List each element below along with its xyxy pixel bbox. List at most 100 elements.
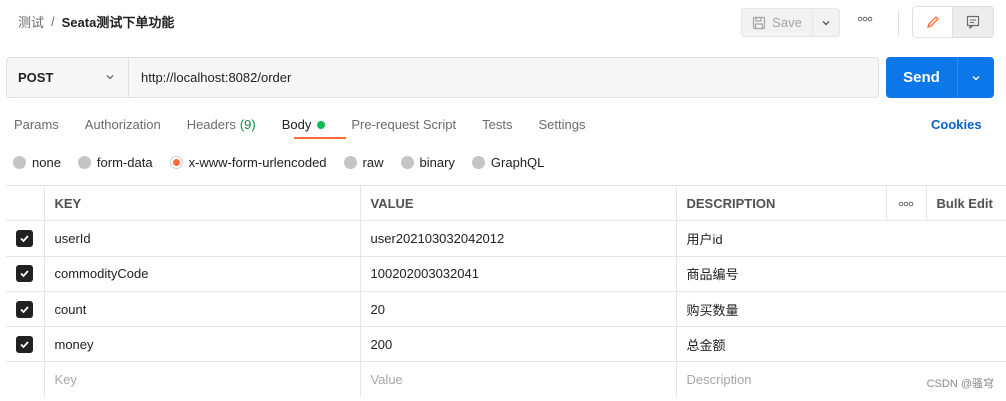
edit-mode-button[interactable] [913,7,954,37]
description-cell[interactable]: 用户id [675,220,1006,257]
request-tabs: Params Authorization Headers (9) Body Pre… [14,117,611,132]
save-dropdown-button[interactable] [813,8,840,37]
radio-form-data[interactable]: form-data [77,155,153,170]
request-header: 测试 / Seata测试下单功能 Save [0,0,1006,44]
active-tab-indicator [294,137,346,139]
tab-label: Authorization [84,117,161,132]
radio-circle [400,156,414,169]
radio-circle-selected [169,156,183,169]
checkbox-checked[interactable] [16,335,34,353]
check-icon [20,305,29,313]
tab-label: Headers [186,117,236,132]
send-dropdown-button[interactable] [958,57,994,98]
more-horizontal-icon [857,16,873,22]
url-input[interactable] [129,58,878,97]
tab-label: Pre-request Script [351,117,457,132]
checkbox-checked[interactable] [16,265,34,283]
radio-circle [77,156,91,169]
check-icon [20,235,29,243]
cookies-link[interactable]: Cookies [931,117,982,132]
table-row: commodityCode 100202003032041 商品编号 [6,255,1006,292]
comment-icon [966,15,980,30]
key-cell[interactable]: userId [43,220,361,257]
new-value-input[interactable]: Value [359,361,677,398]
radio-raw[interactable]: raw [343,155,384,170]
comments-button[interactable] [953,7,993,37]
save-button[interactable]: Save [741,8,813,37]
check-icon [20,341,29,349]
more-actions-button[interactable] [857,14,873,26]
description-cell[interactable]: 总金额 [675,326,1006,363]
table-row: userId user202103032042012 用户id [6,220,1006,257]
send-group: Send [886,57,994,98]
description-cell[interactable]: 购买数量 [675,290,1006,328]
row-checkbox-cell [6,326,45,363]
value-cell[interactable]: user202103032042012 [359,220,677,257]
radio-none[interactable]: none [13,155,61,170]
request-name[interactable]: Seata测试下单功能 [62,12,175,31]
breadcrumb-collection[interactable]: 测试 [18,12,44,31]
tab-label: Params [14,117,59,132]
key-cell[interactable]: commodityCode [43,255,361,292]
row-checkbox-cell [6,290,45,328]
more-horizontal-icon [898,201,914,206]
description-column-header: DESCRIPTION [675,184,887,222]
pencil-icon [926,16,939,29]
radio-label: none [32,155,61,170]
row-checkbox-cell [6,220,45,257]
chevron-down-icon [106,75,114,80]
breadcrumb-separator: / [51,14,55,29]
save-label: Save [772,15,802,30]
value-cell[interactable]: 20 [359,290,677,328]
value-cell[interactable]: 200 [359,326,677,363]
view-toggle [912,6,994,38]
tab-label: Tests [482,117,513,132]
checkbox-checked[interactable] [16,300,34,318]
radio-label: x-www-form-urlencoded [188,155,327,170]
radio-circle [13,156,26,169]
radio-label: raw [362,155,384,170]
watermark: CSDN @骚穹 [926,378,994,390]
body-params-table: KEY VALUE DESCRIPTION Bulk Edit userId u… [6,184,1006,398]
check-icon [20,270,29,278]
body-type-selector: none form-data x-www-form-urlencoded raw… [13,155,561,170]
method-select[interactable]: POST [7,58,129,97]
table-row: count 20 购买数量 [6,290,1006,328]
save-icon [753,16,766,29]
tab-label: Body [281,117,312,132]
headers-count: (9) [239,117,256,132]
table-row-new: Key Value Description [6,361,1006,398]
method-label: POST [18,70,54,85]
value-column-header: VALUE [359,184,677,222]
tab-body[interactable]: Body [282,117,326,132]
radio-x-www-form-urlencoded[interactable]: x-www-form-urlencoded [169,155,327,170]
radio-graphql[interactable]: GraphQL [471,155,544,170]
tab-settings[interactable]: Settings [538,117,585,132]
table-header-row: KEY VALUE DESCRIPTION Bulk Edit [6,184,1006,222]
checkbox-checked[interactable] [16,229,34,247]
radio-binary[interactable]: binary [400,155,455,170]
new-key-input[interactable]: Key [43,361,361,398]
radio-circle [343,156,357,169]
column-options-button[interactable] [885,184,927,222]
chevron-down-icon [822,20,830,25]
value-cell[interactable]: 100202003032041 [359,255,677,292]
bulk-edit-button[interactable]: Bulk Edit [925,184,1006,222]
key-cell[interactable]: count [43,290,361,328]
tab-headers[interactable]: Headers (9) [187,117,256,132]
checkbox-header [6,184,45,222]
table-row: money 200 总金额 [6,326,1006,363]
send-button[interactable]: Send [886,57,958,98]
tab-tests[interactable]: Tests [482,117,512,132]
tab-pre-request-script[interactable]: Pre-request Script [351,117,456,132]
tab-params[interactable]: Params [14,117,59,132]
request-bar: POST [6,57,879,98]
tab-authorization[interactable]: Authorization [85,117,161,132]
tab-label: Settings [538,117,586,132]
key-cell[interactable]: money [43,326,361,363]
save-group: Save [741,8,840,37]
breadcrumb: 测试 / Seata测试下单功能 [18,12,174,31]
description-cell[interactable]: 商品编号 [675,255,1006,292]
row-checkbox-cell [6,255,45,292]
row-checkbox-cell-empty [6,361,45,398]
